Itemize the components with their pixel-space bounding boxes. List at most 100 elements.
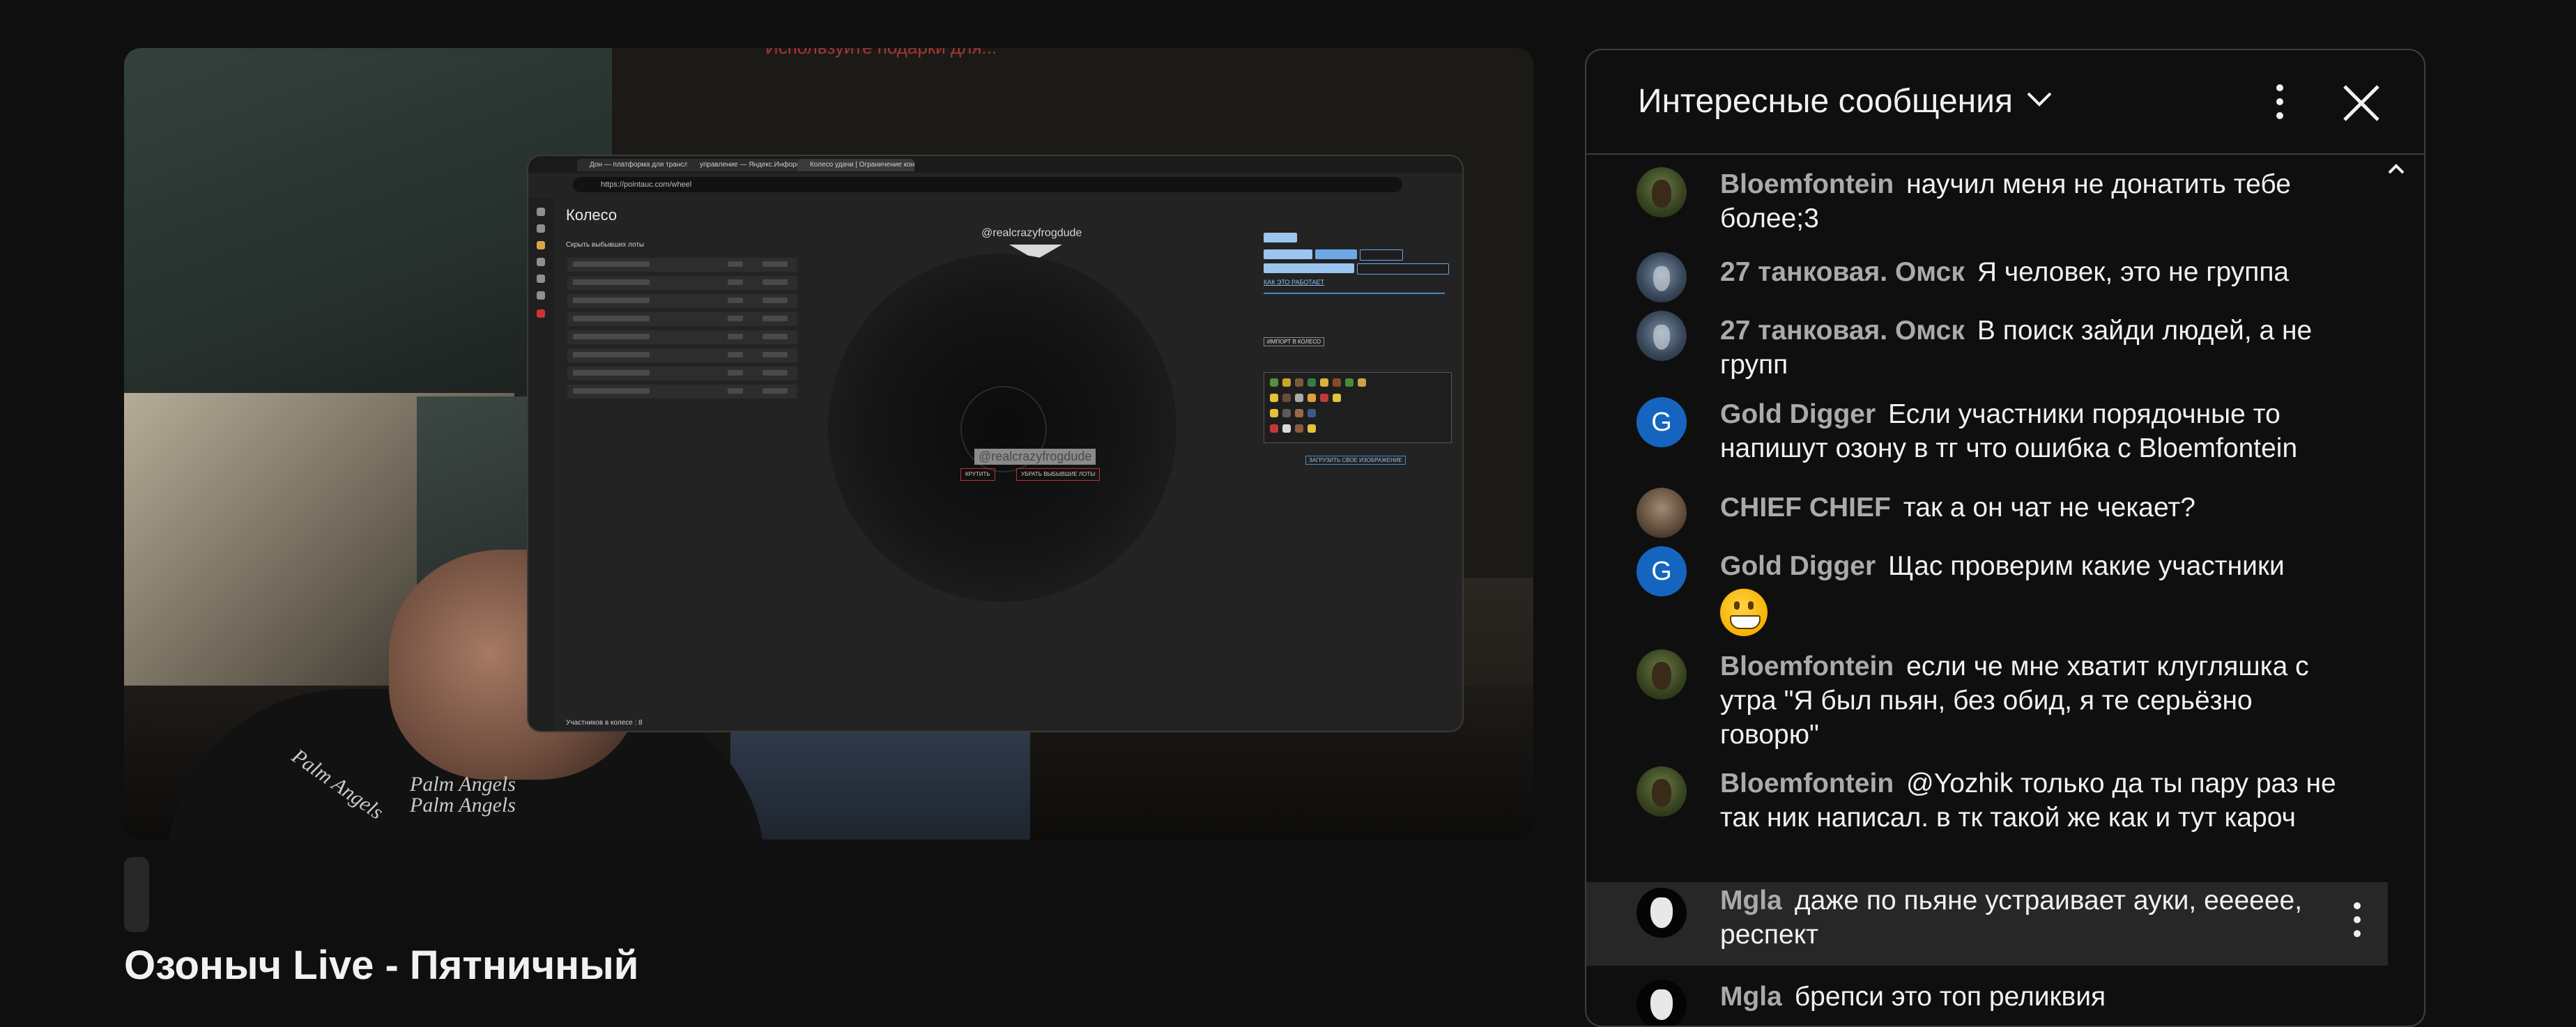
author-name[interactable]: Gold Digger	[1720, 399, 1876, 429]
chat-message-hovered[interactable]: Mgla даже по пьяне устраивает ауки, еееее…	[1586, 882, 2388, 966]
chat-message: CHIEF CHIEF так а он чат не чекает?	[1586, 488, 2388, 538]
browser-tab: управление — Яндекс.Информ...	[687, 159, 804, 171]
message-text: так а он чат не чекает?	[1903, 493, 2195, 523]
video-player[interactable]: Palm Angels Palm Angels Palm Angels Испо…	[124, 48, 1533, 840]
message-text: брепси это топ реликвия	[1794, 982, 2106, 1012]
load-image-button: ЗАГРУЗИТЬ СВОЕ ИЗОБРАЖЕНИЕ	[1305, 456, 1406, 465]
browser-tabs: Дон — платформа для трансл... управление…	[528, 156, 1462, 173]
more-vert-icon[interactable]	[2262, 81, 2297, 123]
avatar[interactable]	[1636, 980, 1687, 1026]
chat-message: G Gold Digger Щас проверим какие участник…	[1586, 546, 2388, 640]
avatar[interactable]: G	[1636, 397, 1687, 447]
sidebar-icon	[537, 258, 545, 266]
wheel-winner-name: @realcrazyfrogdude	[981, 227, 1082, 239]
lot-row	[567, 276, 797, 290]
settings-button	[1264, 233, 1297, 242]
author-name[interactable]: Bloemfontein	[1720, 169, 1894, 199]
avatar[interactable]	[1636, 888, 1687, 938]
lot-row	[567, 348, 797, 362]
message-text: Щас проверим какие участники	[1888, 551, 2285, 581]
message-body: Bloemfontein если че мне хватит клугляшка…	[1720, 649, 2347, 752]
participants-count: Участников в колесе : 8	[566, 719, 643, 727]
chat-title: Интересные сообщения	[1638, 83, 2013, 120]
avatar[interactable]: G	[1636, 546, 1687, 596]
settings-button	[1264, 249, 1312, 259]
author-name[interactable]: Bloemfontein	[1720, 769, 1894, 798]
sidebar-icon	[537, 241, 545, 249]
avatar[interactable]	[1636, 311, 1687, 361]
message-body: Mgla брепси это топ реликвия	[1720, 980, 2347, 1014]
settings-button	[1264, 263, 1354, 273]
close-icon[interactable]	[2339, 81, 2384, 125]
chevron-up-icon[interactable]	[2386, 162, 2406, 176]
settings-button	[1360, 249, 1403, 261]
prize-wheel	[828, 254, 1176, 602]
import-button: ИМПОРТ В КОЛЕСО	[1264, 337, 1325, 346]
spin-button: КРУТИТЬ	[960, 468, 995, 481]
avatar[interactable]	[1636, 252, 1687, 302]
chat-message: Mgla брепси это топ реликвия	[1586, 980, 2388, 1026]
live-chat-panel: Интересные сообщения Bloemfontein научил …	[1585, 49, 2425, 1027]
chat-header: Интересные сообщения	[1586, 50, 2424, 155]
author-name[interactable]: Gold Digger	[1720, 551, 1876, 581]
slider	[1264, 293, 1445, 294]
message-body: Gold Digger Щас проверим какие участники	[1720, 549, 2347, 636]
lot-row	[567, 258, 797, 272]
author-name[interactable]: Bloemfontein	[1720, 651, 1894, 681]
wheel-settings: КАК ЭТО РАБОТАЕТ ИМПОРТ В КОЛЕСО ЗАГРУЗИ…	[1264, 233, 1452, 477]
chat-mode-selector[interactable]: Интересные сообщения	[1638, 82, 2013, 121]
chat-message: G Gold Digger Если участники порядочные т…	[1586, 397, 2388, 474]
chat-message: Bloemfontein если че мне хватит клугляшка…	[1586, 649, 2388, 761]
address-bar: https://pointauc.com/wheel	[573, 177, 1402, 192]
lot-row	[567, 312, 797, 326]
message-body: 27 танковая. Омск В поиск зайди людей, а …	[1720, 314, 2347, 382]
author-name[interactable]: Mgla	[1720, 982, 1782, 1012]
message-body: Mgla даже по пьяне устраивает ауки, еееее…	[1720, 883, 2347, 952]
sidebar-icon	[537, 208, 545, 216]
sidebar-icon	[537, 309, 545, 318]
more-vert-icon[interactable]	[2350, 899, 2364, 941]
sidebar-icon	[537, 224, 545, 233]
loading-placeholder	[124, 857, 149, 932]
shirt-print: Palm Angels	[410, 794, 516, 817]
lot-row	[567, 294, 797, 308]
browser-tab: Колесо удачи | Ограничение кон...	[797, 159, 914, 171]
settings-button	[1357, 263, 1449, 275]
remove-lots-button: УБРАТЬ ВЫБЫВШИЕ ЛОТЫ	[1016, 468, 1101, 481]
author-name[interactable]: 27 танковая. Омск	[1720, 316, 1965, 346]
lot-row	[567, 366, 797, 380]
overlay-text: Используйте подарки для...	[765, 48, 997, 59]
avatar[interactable]	[1636, 167, 1687, 217]
grinning-face-icon	[1720, 589, 1768, 636]
message-body: CHIEF CHIEF так а он чат не чекает?	[1720, 491, 2347, 525]
message-text: даже по пьяне устраивает ауки, ееееее, р…	[1720, 886, 2303, 950]
shirt-print: Palm Angels	[410, 773, 516, 796]
lot-row	[567, 385, 797, 399]
browser-tab: Дон — платформа для трансл...	[577, 159, 694, 171]
sidebar-icon	[537, 291, 545, 300]
message-text: Я человек, это не группа	[1977, 257, 2290, 287]
chat-message: 27 танковая. Омск Я человек, это не групп…	[1586, 252, 2388, 302]
chevron-down-icon[interactable]	[2025, 91, 2053, 107]
hide-checkbox-label: Скрыть выбывших лоты	[566, 241, 645, 249]
share-page-title: Колесо	[566, 206, 618, 224]
emoji-grid	[1264, 372, 1452, 443]
author-name[interactable]: CHIEF CHIEF	[1720, 493, 1891, 523]
message-body: Gold Digger Если участники порядочные то …	[1720, 397, 2347, 465]
chat-message: 27 танковая. Омск В поиск зайди людей, а …	[1586, 311, 2388, 390]
wheel-result-label: @realcrazyfrogdude	[974, 449, 1096, 465]
how-it-works-link: КАК ЭТО РАБОТАЕТ	[1264, 279, 1324, 286]
sidebar-icon	[537, 275, 545, 283]
avatar[interactable]	[1636, 649, 1687, 700]
message-body: 27 танковая. Омск Я человек, это не групп…	[1720, 255, 2347, 289]
avatar[interactable]	[1636, 766, 1687, 817]
share-sidebar	[528, 198, 553, 731]
screen-share-window: Дон — платформа для трансл... управление…	[528, 156, 1462, 731]
avatar[interactable]	[1636, 488, 1687, 538]
author-name[interactable]: 27 танковая. Омск	[1720, 257, 1965, 287]
settings-button	[1315, 249, 1357, 259]
message-body: Bloemfontein научил меня не донатить тебе…	[1720, 167, 2347, 235]
author-name[interactable]: Mgla	[1720, 886, 1782, 916]
chat-message: Bloemfontein @Yozhik только да ты пару ра…	[1586, 766, 2388, 878]
chat-message: Bloemfontein научил меня не донатить тебе…	[1586, 167, 2388, 244]
